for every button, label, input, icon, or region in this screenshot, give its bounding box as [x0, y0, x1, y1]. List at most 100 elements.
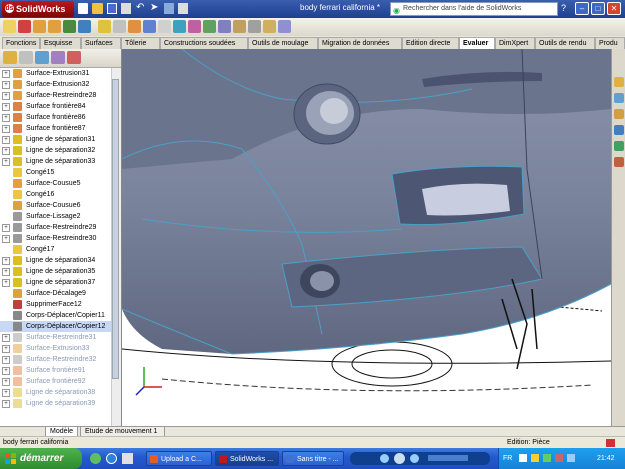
property-manager-icon[interactable] [19, 51, 33, 64]
open-folder-icon[interactable] [92, 3, 103, 14]
expand-icon[interactable]: + [2, 268, 10, 276]
tree-item[interactable]: + Surface-Extrusion33 [0, 343, 111, 354]
measure-icon[interactable] [263, 20, 276, 33]
tree-item[interactable]: + Surface frontière91 [0, 365, 111, 376]
trim-icon[interactable] [113, 20, 126, 33]
expand-icon[interactable]: + [2, 235, 10, 243]
security-icon[interactable] [531, 454, 539, 462]
volume-icon[interactable] [567, 454, 575, 462]
expand-icon[interactable]: + [2, 378, 10, 386]
graphics-viewport[interactable] [122, 49, 611, 426]
expand-icon[interactable]: + [2, 114, 10, 122]
update-icon[interactable] [543, 454, 551, 462]
tree-item[interactable]: + Surface frontière86 [0, 112, 111, 123]
expand-icon[interactable]: + [2, 136, 10, 144]
rotate-icon[interactable] [278, 20, 291, 33]
expand-icon[interactable]: + [2, 92, 10, 100]
maximize-button[interactable]: □ [591, 2, 605, 15]
tab-evaluer[interactable]: Evaluer [459, 37, 495, 49]
design-library-icon[interactable] [614, 93, 624, 103]
tree-item[interactable]: + Surface-Restreindre28 [0, 90, 111, 101]
tree-item[interactable]: SupprimerFace12 [0, 299, 111, 310]
expand-icon[interactable]: + [2, 367, 10, 375]
tree-item[interactable]: Corps-Déplacer/Copier11 [0, 310, 111, 321]
expand-icon[interactable]: + [2, 356, 10, 364]
boundary-surface-icon[interactable] [48, 20, 61, 33]
sweep-icon[interactable] [78, 20, 91, 33]
feature-icon[interactable] [18, 20, 31, 33]
tree-item[interactable]: + Surface frontière87 [0, 123, 111, 134]
tree-item[interactable]: + Surface-Restreindre29 [0, 222, 111, 233]
tab-tolerie[interactable]: Tôlerie [121, 37, 160, 49]
tree-item[interactable]: + Ligne de séparation34 [0, 255, 111, 266]
expand-icon[interactable]: + [2, 70, 10, 78]
media-volume-slider[interactable] [428, 455, 468, 461]
language-indicator[interactable]: FR [503, 448, 512, 469]
sketch-icon[interactable] [3, 20, 16, 33]
tree-item[interactable]: + Ligne de séparation32 [0, 145, 111, 156]
tree-item[interactable]: + Surface-Extrusion32 [0, 79, 111, 90]
task-solidworks[interactable]: SolidWorks ... [215, 451, 279, 466]
start-button[interactable]: démarrer [0, 448, 82, 469]
network-icon[interactable] [519, 454, 527, 462]
tab-outils-de-rendu[interactable]: Outils de rendu [535, 37, 595, 49]
tree-item[interactable]: + Ligne de séparation39 [0, 398, 111, 409]
zoom-icon[interactable] [248, 20, 261, 33]
resources-icon[interactable] [614, 77, 624, 87]
feature-manager-icon[interactable] [3, 51, 17, 64]
antivirus-icon[interactable] [555, 454, 563, 462]
new-doc-icon[interactable] [78, 3, 88, 14]
scene-icon[interactable] [203, 20, 216, 33]
options-icon[interactable] [178, 3, 188, 14]
tree-item[interactable]: Surface-Lissage2 [0, 211, 111, 222]
file-explorer-icon[interactable] [614, 109, 624, 119]
loft-icon[interactable] [63, 20, 76, 33]
task-upload[interactable]: Upload a C... [146, 451, 212, 466]
tree-item[interactable]: Surface-Cousue6 [0, 200, 111, 211]
display-manager-icon[interactable] [67, 51, 81, 64]
ie-icon[interactable] [106, 453, 117, 464]
tree-item[interactable]: + Ligne de séparation38 [0, 387, 111, 398]
messenger-icon[interactable] [90, 453, 101, 464]
select-arrow-icon[interactable]: ➤ [150, 2, 158, 13]
tree-item[interactable]: + Ligne de séparation33 [0, 156, 111, 167]
tab-edition-directe[interactable]: Edition directe [402, 37, 459, 49]
tab-surfaces[interactable]: Surfaces [81, 37, 121, 49]
scrollbar-thumb[interactable] [112, 79, 119, 379]
tree-item[interactable]: + Ligne de séparation31 [0, 134, 111, 145]
tab-dimxpert[interactable]: DimXpert [495, 37, 535, 49]
tab-produ[interactable]: Produ [595, 37, 625, 49]
desktop-icon[interactable] [122, 453, 133, 464]
tree-item[interactable]: + Surface-Restreindre31 [0, 332, 111, 343]
surface-icon[interactable] [33, 20, 46, 33]
tree-item[interactable]: + Surface frontière92 [0, 376, 111, 387]
tree-item[interactable]: Congé16 [0, 189, 111, 200]
display-style-icon[interactable] [218, 20, 231, 33]
task-paint[interactable]: Sans titre - ... [282, 451, 344, 466]
clock[interactable]: 21:42 [597, 448, 615, 469]
configuration-manager-icon[interactable] [35, 51, 49, 64]
expand-icon[interactable]: + [2, 389, 10, 397]
expand-icon[interactable]: + [2, 147, 10, 155]
help-icon[interactable]: ? [561, 3, 571, 14]
tree-item[interactable]: Congé17 [0, 244, 111, 255]
tab-outils-de-moulage[interactable]: Outils de moulage [248, 37, 318, 49]
expand-icon[interactable]: + [2, 158, 10, 166]
rebuild-icon[interactable] [164, 3, 174, 14]
section-icon[interactable] [173, 20, 186, 33]
expand-icon[interactable]: + [2, 103, 10, 111]
tab-constructions-soudees[interactable]: Constructions soudées [160, 37, 248, 49]
dimxpert-manager-icon[interactable] [51, 51, 65, 64]
expand-icon[interactable]: + [2, 334, 10, 342]
close-button[interactable]: ✕ [607, 2, 621, 15]
tab-migration-de-donnees[interactable]: Migration de données [318, 37, 402, 49]
rebuild-status-icon[interactable] [606, 439, 615, 447]
tree-item[interactable]: Congé15 [0, 167, 111, 178]
expand-icon[interactable]: + [2, 345, 10, 353]
view-palette-icon[interactable] [614, 125, 624, 135]
minimize-button[interactable]: – [575, 2, 589, 15]
tab-fonctions[interactable]: Fonctions [2, 37, 40, 49]
expand-icon[interactable]: + [2, 125, 10, 133]
print-icon[interactable] [121, 3, 131, 14]
hide-show-icon[interactable] [233, 20, 246, 33]
